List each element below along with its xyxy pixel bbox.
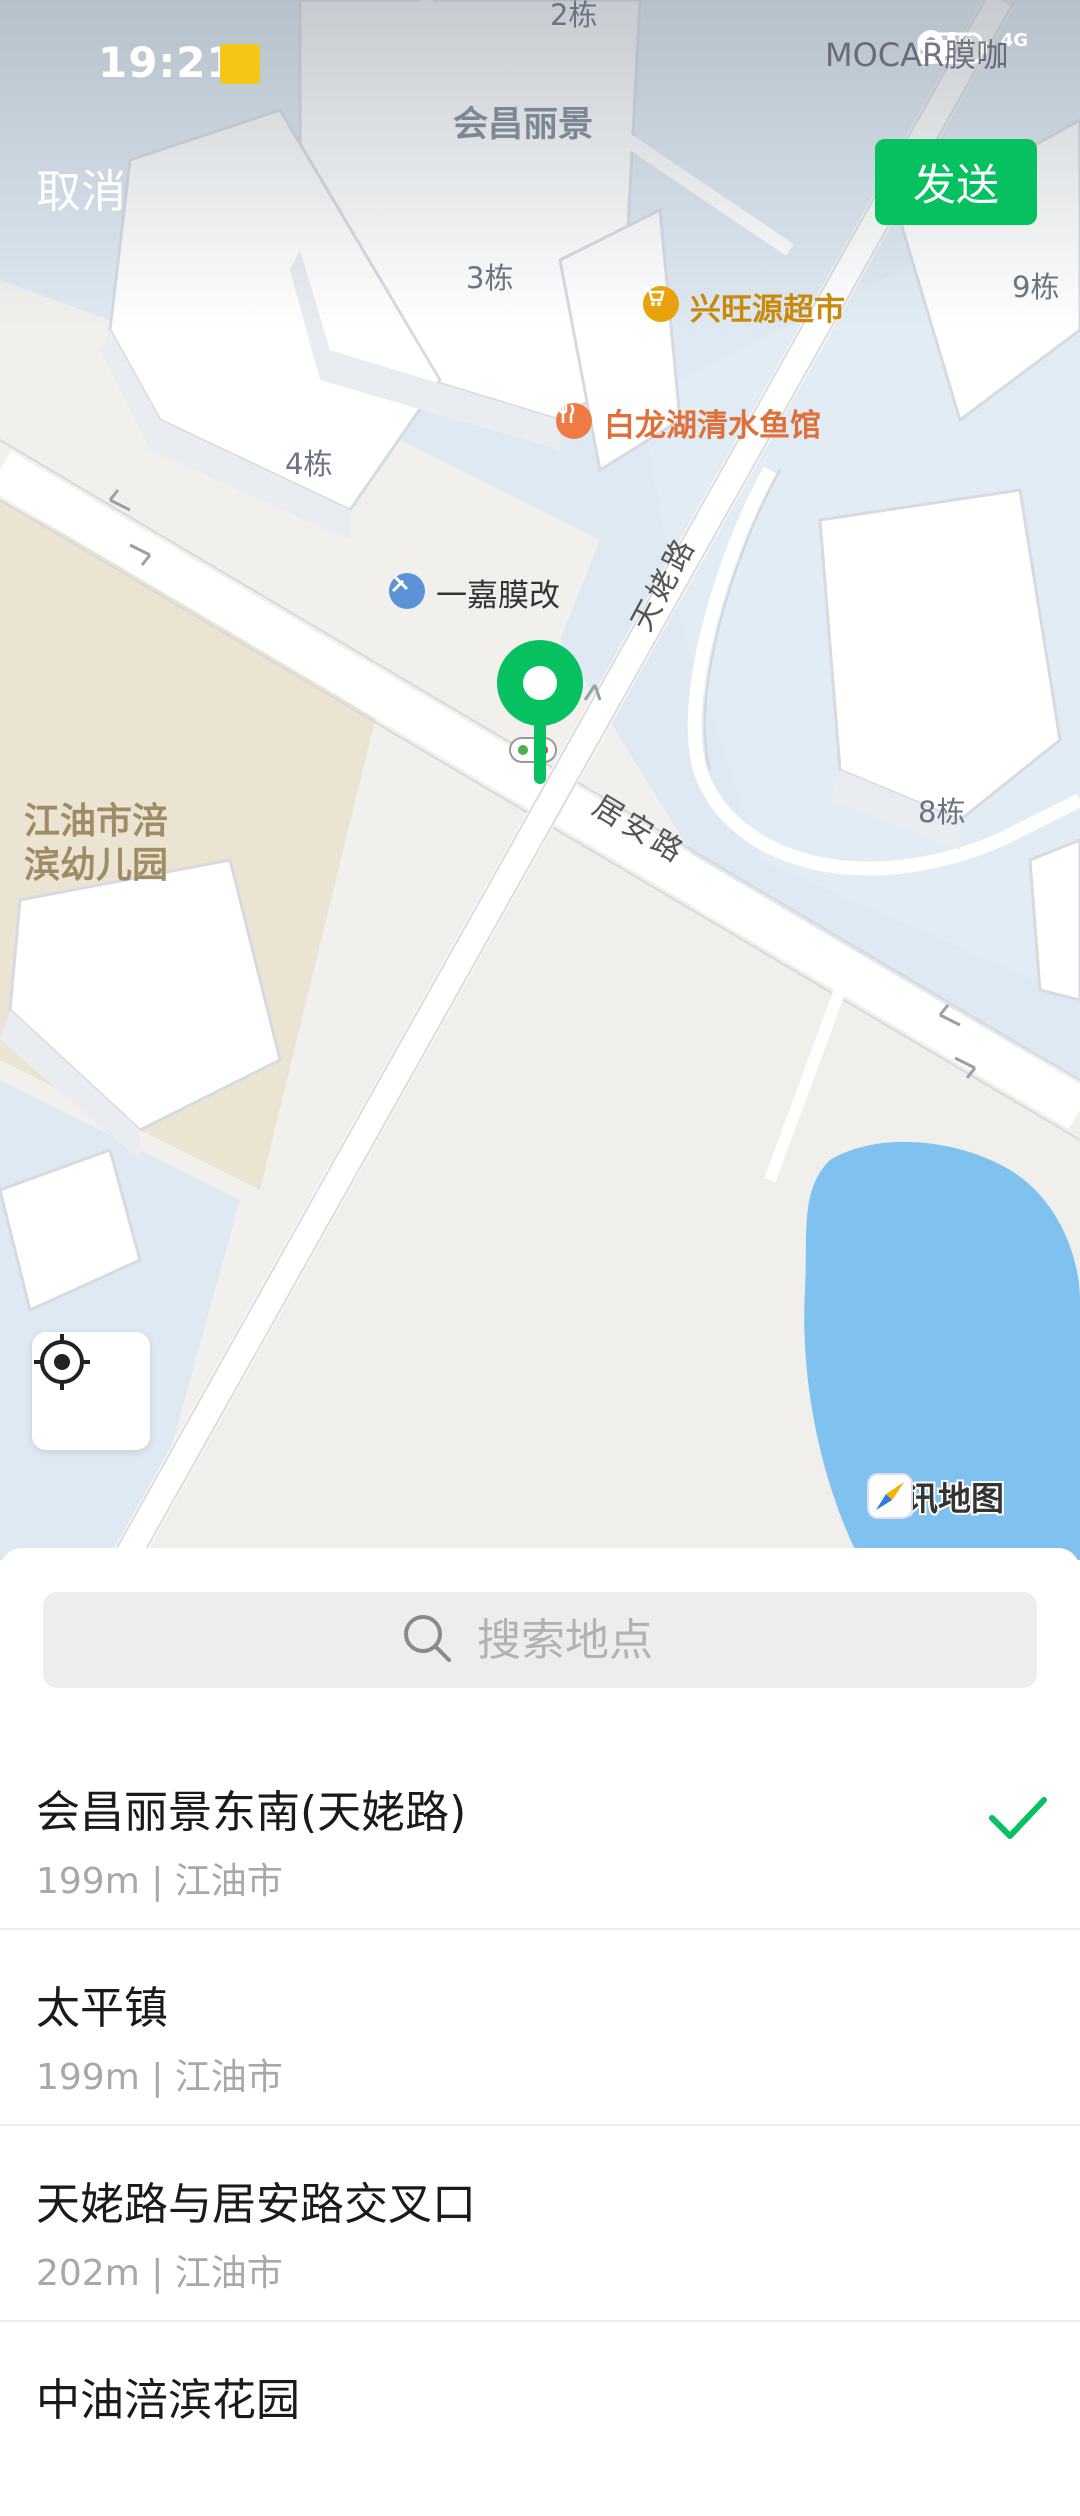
list-item-place-2[interactable]: 天姥路与居安路交叉口 202m | 江油市 [0,2126,1080,2322]
send-button[interactable]: 发送 [875,139,1037,225]
place-list: 会昌丽景东南(天姥路) 199m | 江油市 太平镇 199m | 江油市 天姥… [0,1734,1080,2516]
search-icon [401,1612,453,1668]
poi-label-restaurant[interactable]: 白龙湖清水鱼馆 [604,400,821,445]
place-name: 天姥路与居安路交叉口 [36,2179,476,2230]
building-label-4: 4栋 [285,447,333,481]
building-label-8: 8栋 [918,795,966,829]
wrench-icon [389,573,425,609]
map-view[interactable]: 2栋 会昌丽景 3栋 4栋 8栋 9栋 江油市涪 滨幼儿园 天姥路 居安路 兴旺… [0,0,1080,1560]
notification-app-icon [220,44,260,84]
list-item-place-0[interactable]: 会昌丽景东南(天姥路) 199m | 江油市 [0,1734,1080,1930]
tencent-map-logo: 腾讯地图 [866,1472,1006,1520]
place-distance-city: 202m | 江油市 [36,2253,283,2294]
list-item-place-1[interactable]: 太平镇 199m | 江油市 [0,1930,1080,2126]
poi-label-supermarket[interactable]: 兴旺源超市 [690,284,845,329]
locate-me-button[interactable] [32,1332,150,1450]
place-name: 中油涪滨花园 [36,2375,300,2426]
poi-label-film-shop[interactable]: 一嘉膜改 [436,570,560,615]
checkmark-icon [988,1796,1048,1846]
building-label-9: 9栋 [1012,270,1060,304]
list-item-place-3[interactable]: 中油涪滨花园 [0,2322,1080,2516]
place-name: 会昌丽景东南(天姥路) [36,1787,467,1838]
status-bar: 19:21 5G 4G MOCAR膜咖 [0,0,1080,130]
cancel-button[interactable]: 取消 [36,155,126,220]
place-distance-city: 199m | 江油市 [36,1861,283,1902]
shopping-cart-icon [643,286,679,322]
building-label-3: 3栋 [466,261,514,295]
kindergarten-label: 江油市涪 滨幼儿园 [24,801,169,886]
status-time: 19:21 [98,38,237,87]
search-bar[interactable] [43,1592,1037,1688]
fork-knife-icon [556,403,592,439]
location-panel: 会昌丽景东南(天姥路) 199m | 江油市 太平镇 199m | 江油市 天姥… [0,1548,1080,2426]
place-distance-city: 199m | 江油市 [36,2057,283,2098]
search-input[interactable] [475,1613,679,1667]
carrier-label: MOCAR膜咖 [825,36,1009,74]
place-name: 太平镇 [36,1983,168,2034]
